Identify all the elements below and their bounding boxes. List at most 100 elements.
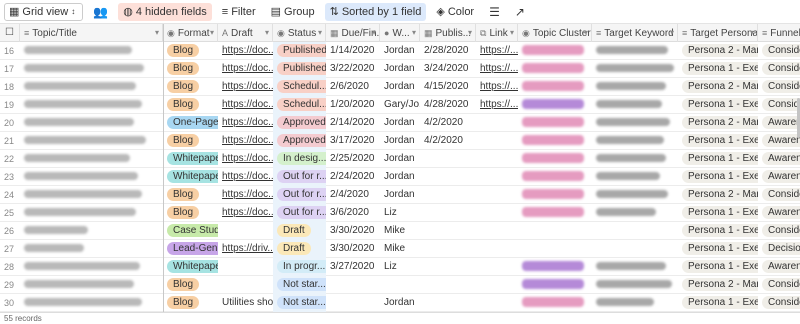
group-button[interactable]: ▤ Group: [266, 3, 320, 21]
cell-due-date[interactable]: 2/24/2020: [326, 168, 380, 186]
cell-funnel-stage[interactable]: Decision -: [758, 240, 800, 258]
cell-link[interactable]: [476, 204, 518, 222]
cell-target-keyword[interactable]: [592, 168, 678, 186]
cell-status[interactable]: Schedul...: [273, 78, 326, 96]
cell-topic-cluster[interactable]: [518, 42, 592, 60]
cell-format[interactable]: Blog: [163, 78, 218, 96]
cell-target-persona[interactable]: Persona 2 - Manager: [678, 78, 758, 96]
cell-published-date[interactable]: [420, 258, 476, 276]
cell-topic-title[interactable]: [20, 222, 163, 240]
share-view-button[interactable]: ↗: [510, 3, 530, 21]
cell-due-date[interactable]: 1/14/2020: [326, 42, 380, 60]
cell-target-keyword[interactable]: [592, 186, 678, 204]
cell-format[interactable]: Lead-Gen: [163, 240, 218, 258]
cell-target-persona[interactable]: Persona 2 - Manager: [678, 276, 758, 294]
cell-writer[interactable]: Liz: [380, 204, 420, 222]
cell-status[interactable]: Schedul...: [273, 96, 326, 114]
cell-writer[interactable]: Jordan: [380, 186, 420, 204]
cell-funnel-stage[interactable]: Considerati: [758, 186, 800, 204]
cell-funnel-stage[interactable]: Considerati: [758, 294, 800, 312]
cell-target-keyword[interactable]: [592, 150, 678, 168]
cell-published-date[interactable]: 4/2/2020: [420, 132, 476, 150]
table-row[interactable]: 27 Lead-Gen https://driv... Draft 3/30/2020 M…: [0, 240, 800, 258]
cell-writer[interactable]: Jordan: [380, 150, 420, 168]
cell-link[interactable]: [476, 276, 518, 294]
cell-topic-cluster[interactable]: [518, 78, 592, 96]
column-header-target-keyword[interactable]: ≡ Target Keyword ▾: [592, 24, 678, 42]
cell-draft[interactable]: Utilities sho...: [218, 294, 273, 312]
cell-topic-title[interactable]: [20, 60, 163, 78]
cell-topic-title[interactable]: [20, 132, 163, 150]
cell-link[interactable]: https://...: [476, 42, 518, 60]
cell-published-date[interactable]: 4/15/2020: [420, 78, 476, 96]
cell-writer[interactable]: Liz: [380, 258, 420, 276]
cell-format[interactable]: Case Study: [163, 222, 218, 240]
cell-writer[interactable]: Jordan: [380, 168, 420, 186]
cell-published-date[interactable]: [420, 240, 476, 258]
table-row[interactable]: 20 One-Pager https://doc... Approved 2/14/20…: [0, 114, 800, 132]
cell-link[interactable]: https://...: [476, 96, 518, 114]
cell-published-date[interactable]: [420, 294, 476, 312]
cell-format[interactable]: Blog: [163, 60, 218, 78]
cell-writer[interactable]: Jordan: [380, 42, 420, 60]
cell-published-date[interactable]: [420, 204, 476, 222]
cell-writer[interactable]: Jordan: [380, 294, 420, 312]
table-row[interactable]: 19 Blog https://doc... Schedul... 1/20/2020 G…: [0, 96, 800, 114]
cell-target-keyword[interactable]: [592, 222, 678, 240]
column-header-due[interactable]: ▦Due/Fin...▾: [326, 24, 380, 42]
table-row[interactable]: 21 Blog https://doc... Approved 3/17/2020 Jor…: [0, 132, 800, 150]
cell-format[interactable]: Whitepaper: [163, 258, 218, 276]
cell-status[interactable]: In progr...: [273, 258, 326, 276]
table-row[interactable]: 25 Blog https://doc... Out for r... 3/6/2020…: [0, 204, 800, 222]
cell-topic-title[interactable]: [20, 78, 163, 96]
cell-status[interactable]: Out for r...: [273, 204, 326, 222]
cell-due-date[interactable]: 3/17/2020: [326, 132, 380, 150]
cell-target-persona[interactable]: Persona 2 - Manager: [678, 186, 758, 204]
cell-draft[interactable]: https://driv...: [218, 240, 273, 258]
cell-status[interactable]: Approved: [273, 114, 326, 132]
cell-draft[interactable]: https://doc...: [218, 96, 273, 114]
cell-funnel-stage[interactable]: Considerati: [758, 42, 800, 60]
cell-funnel-stage[interactable]: Considerati: [758, 78, 800, 96]
cell-draft[interactable]: https://doc...: [218, 60, 273, 78]
cell-draft[interactable]: [218, 222, 273, 240]
table-row[interactable]: 26 Case Study Draft 3/30/2020 Mike Persona 1 …: [0, 222, 800, 240]
cell-funnel-stage[interactable]: Considerati: [758, 222, 800, 240]
cell-status[interactable]: Published: [273, 42, 326, 60]
cell-status[interactable]: Out for r...: [273, 186, 326, 204]
cell-status[interactable]: In desig...: [273, 150, 326, 168]
cell-target-keyword[interactable]: [592, 204, 678, 222]
sort-button[interactable]: ⇅ Sorted by 1 field: [324, 2, 427, 21]
cell-due-date[interactable]: 2/25/2020: [326, 150, 380, 168]
cell-topic-cluster[interactable]: [518, 96, 592, 114]
cell-draft[interactable]: https://doc...: [218, 150, 273, 168]
cell-topic-cluster[interactable]: [518, 186, 592, 204]
cell-status[interactable]: Draft: [273, 222, 326, 240]
cell-target-keyword[interactable]: [592, 258, 678, 276]
cell-target-persona[interactable]: Persona 1 - Executive: [678, 294, 758, 312]
cell-target-persona[interactable]: Persona 2 - Manager: [678, 114, 758, 132]
cell-due-date[interactable]: 3/30/2020: [326, 222, 380, 240]
cell-link[interactable]: [476, 114, 518, 132]
cell-funnel-stage[interactable]: Awareness: [758, 204, 800, 222]
cell-target-persona[interactable]: Persona 2 - Manager: [678, 42, 758, 60]
cell-published-date[interactable]: [420, 168, 476, 186]
table-row[interactable]: 16 Blog https://doc... Published 1/14/2020 Jo…: [0, 42, 800, 60]
select-all-checkbox[interactable]: ☐: [0, 24, 20, 42]
cell-target-persona[interactable]: Persona 1 - Executive: [678, 240, 758, 258]
cell-topic-cluster[interactable]: [518, 150, 592, 168]
cell-writer[interactable]: [380, 276, 420, 294]
cell-topic-title[interactable]: [20, 258, 163, 276]
cell-target-keyword[interactable]: [592, 78, 678, 96]
cell-topic-cluster[interactable]: [518, 132, 592, 150]
cell-topic-title[interactable]: [20, 240, 163, 258]
cell-writer[interactable]: Jordan: [380, 114, 420, 132]
cell-target-persona[interactable]: Persona 1 - Executive: [678, 222, 758, 240]
cell-published-date[interactable]: [420, 276, 476, 294]
cell-status[interactable]: Approved: [273, 132, 326, 150]
cell-writer[interactable]: Gary/Jo...: [380, 96, 420, 114]
cell-draft[interactable]: https://doc...: [218, 132, 273, 150]
cell-link[interactable]: [476, 240, 518, 258]
cell-link[interactable]: [476, 258, 518, 276]
cell-topic-cluster[interactable]: [518, 276, 592, 294]
